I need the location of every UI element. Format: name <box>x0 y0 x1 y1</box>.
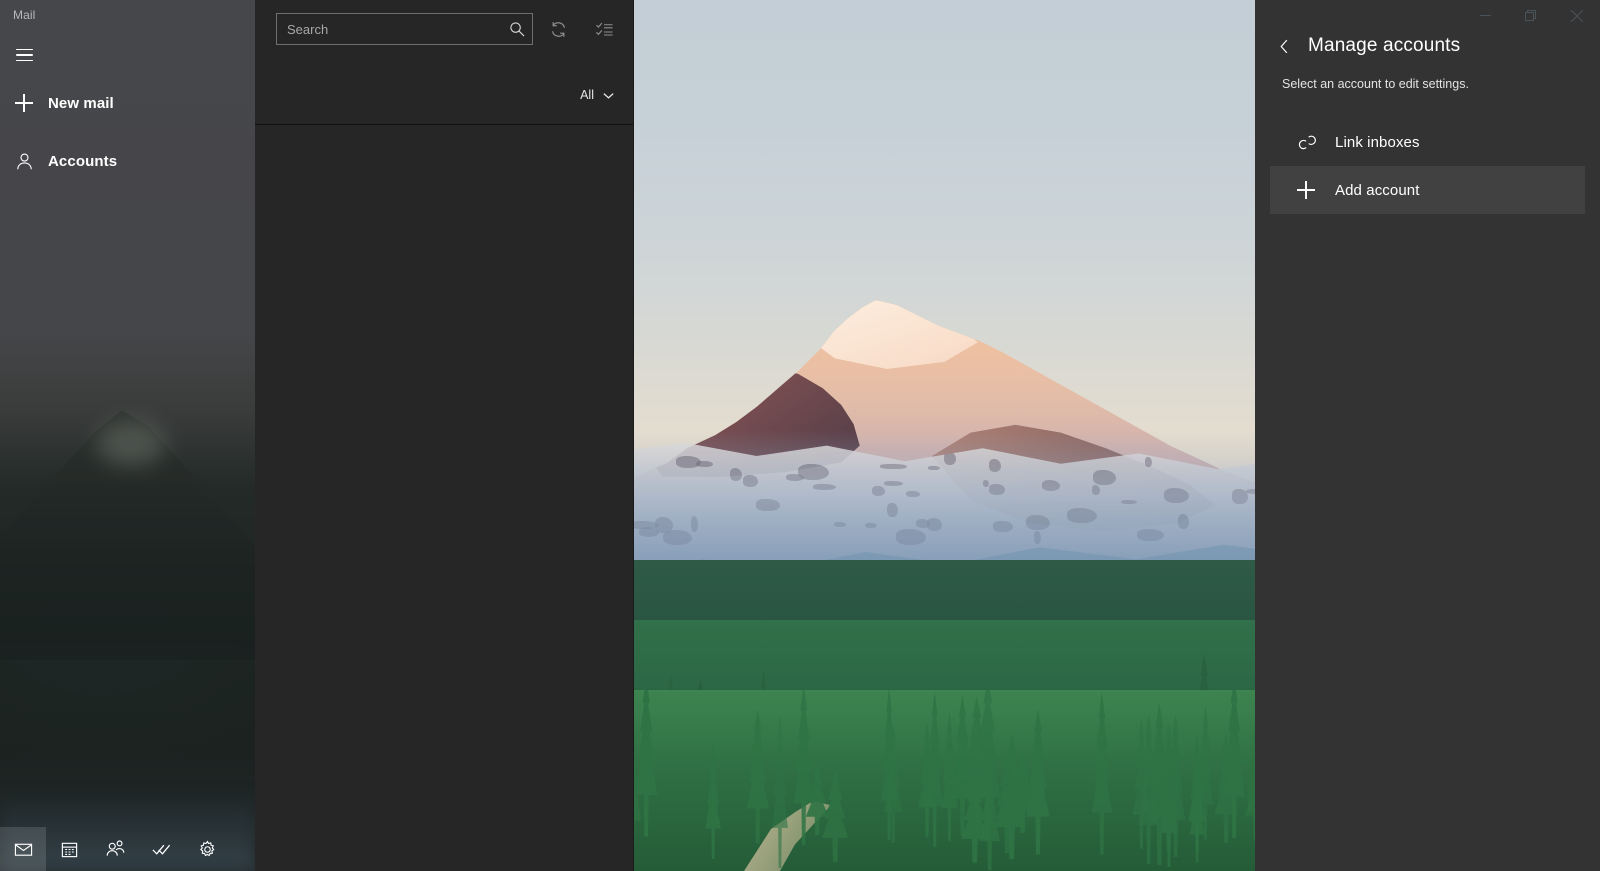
navigation-sidebar: Mail New mail Accounts <box>0 0 255 871</box>
plus-icon <box>0 94 48 112</box>
hamburger-menu-icon[interactable] <box>0 36 48 74</box>
appbar-gear-icon[interactable] <box>184 827 230 871</box>
page-title: Manage accounts <box>1308 35 1461 56</box>
sidebar-item-new-mail[interactable]: New mail <box>0 81 255 125</box>
back-chevron-icon[interactable] <box>1273 34 1295 58</box>
message-list-body[interactable] <box>255 125 633 871</box>
filter-label: All <box>580 88 594 102</box>
conifer-tree <box>1091 692 1113 855</box>
search-box[interactable] <box>276 13 533 45</box>
message-list-panel: All <box>255 0 634 871</box>
filter-dropdown[interactable]: All <box>580 88 615 102</box>
search-input[interactable] <box>277 21 502 37</box>
app-switcher-bar <box>0 827 255 871</box>
link-inboxes-label: Link inboxes <box>1335 133 1420 151</box>
appbar-mail-icon[interactable] <box>0 827 46 871</box>
app-title: Mail <box>13 8 36 22</box>
sync-icon[interactable] <box>543 14 573 44</box>
conifer-tree <box>880 690 898 841</box>
appbar-todo-icon[interactable] <box>138 827 184 871</box>
sidebar-item-accounts[interactable]: Accounts <box>0 139 255 183</box>
mail-app-window: Mail New mail Accounts Search All Manage… <box>0 0 1600 871</box>
person-icon <box>0 152 48 171</box>
sidebar-item-label-new-mail: New mail <box>48 94 114 112</box>
link-icon <box>1297 134 1335 151</box>
sidebar-item-label-accounts: Accounts <box>48 152 118 170</box>
conifer-tree <box>705 740 721 860</box>
search-icon[interactable] <box>502 14 532 44</box>
appbar-calendar-icon[interactable] <box>46 827 92 871</box>
minimize-button[interactable] <box>1462 0 1508 31</box>
link-inboxes-row[interactable]: Link inboxes <box>1270 118 1585 166</box>
plus-icon <box>1297 181 1335 199</box>
chevron-down-icon <box>602 89 615 102</box>
add-account-row[interactable]: Add account <box>1270 166 1585 214</box>
manage-accounts-pane: Manage accounts Select an account to edi… <box>1255 0 1600 871</box>
close-button[interactable] <box>1554 0 1600 31</box>
message-list-header: All <box>255 0 633 125</box>
pane-subtitle: Select an account to edit settings. <box>1282 77 1469 91</box>
window-controls <box>1462 0 1600 31</box>
accounts-action-list: Link inboxes Add account <box>1255 118 1600 214</box>
conifer-tree <box>746 708 769 844</box>
appbar-people-icon[interactable] <box>92 827 138 871</box>
add-account-label: Add account <box>1335 181 1420 199</box>
maximize-button[interactable] <box>1508 0 1554 31</box>
selection-mode-icon[interactable] <box>589 14 619 44</box>
hamburger-bars <box>15 45 33 66</box>
